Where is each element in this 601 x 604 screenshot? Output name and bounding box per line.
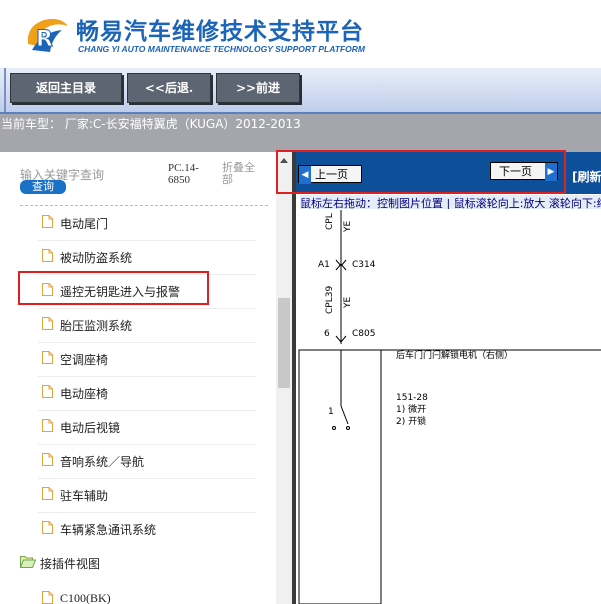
app-header: R 畅易汽车维修技术支持平台 CHANG YI AUTO MAINTENANCE… — [0, 0, 601, 68]
document-icon — [42, 521, 53, 534]
tree-separator — [38, 410, 256, 411]
switch-state: 2) 开锁 — [396, 415, 426, 427]
tree-item-label: 被动防盗系统 — [60, 251, 133, 265]
pin-label: 1 — [328, 407, 334, 417]
document-icon — [42, 419, 53, 432]
svg-text:R: R — [36, 27, 53, 52]
tree-separator — [38, 512, 256, 513]
pc-code: PC.14-6850 — [168, 162, 199, 186]
tree-item-label: C100(BK) — [60, 591, 111, 604]
vehicle-bar: 当前车型： 厂家:C-长安福特翼虎（KUGA）2012-2013 — [0, 114, 601, 152]
open-folder-icon — [20, 556, 36, 568]
connector-label: C805 — [352, 329, 375, 339]
pin-label: 6 — [324, 329, 330, 339]
document-icon — [42, 249, 53, 262]
wire-color: YE — [343, 221, 353, 233]
document-icon — [42, 317, 53, 330]
collapse-all-button[interactable]: 折叠全部 — [222, 162, 264, 186]
back-button[interactable]: <<后退. — [127, 73, 211, 103]
app-title: 畅易汽车维修技术支持平台 — [76, 19, 364, 45]
tree-separator — [38, 478, 256, 479]
nav-highlight — [276, 150, 566, 194]
search-button[interactable]: 查询 — [20, 180, 66, 194]
tree-item-label: 车辆紧急通讯系统 — [60, 523, 157, 537]
vehicle-label: 当前车型： 厂家:C-长安福特翼虎（KUGA）2012-2013 — [1, 117, 301, 131]
document-icon — [42, 215, 53, 228]
wire-color: YE — [343, 297, 353, 309]
tree-folder-label: 接插件视图 — [40, 557, 101, 571]
wiring-diagram[interactable]: CPL YE A1 C314 CPL39 YE 6 C805 后车门门闩解锁电机… — [296, 210, 601, 604]
home-button[interactable]: 返回主目录 — [10, 73, 122, 103]
tree-separator — [38, 342, 256, 343]
component-label: 后车门门闩解锁电机（右侧） — [396, 349, 513, 361]
switch-state: 1) 微开 — [396, 403, 426, 415]
tree-item-label: 电动座椅 — [60, 387, 109, 401]
tree-item-label: 电动后视镜 — [60, 421, 121, 435]
document-icon — [42, 385, 53, 398]
document-icon — [42, 591, 53, 604]
tree-item-label: 驻车辅助 — [60, 489, 109, 503]
wire-label: CPL — [325, 213, 335, 230]
document-icon — [42, 487, 53, 500]
tree-item-label: 电动尾门 — [60, 217, 109, 231]
tree-separator — [38, 308, 256, 309]
brand-logo-icon: R — [27, 18, 68, 53]
sidebar-scrollbar[interactable] — [276, 152, 292, 604]
switch-code: 151-28 — [396, 393, 428, 403]
tree-separator — [38, 376, 256, 377]
wire-label: CPL39 — [325, 286, 335, 314]
sidebar: 输入关键字查询 查询 PC.14-6850 折叠全部 电动尾门 被动防盗系统 遥… — [0, 152, 276, 604]
selection-highlight — [18, 271, 209, 305]
refresh-button[interactable]: [刷新 — [572, 168, 601, 185]
tree-item-label: 胎压监测系统 — [60, 319, 133, 333]
document-icon — [42, 351, 53, 364]
tree-item-label: 空调座椅 — [60, 353, 109, 367]
connector-label: C314 — [352, 260, 376, 270]
document-icon — [42, 453, 53, 466]
app-subtitle: CHANG YI AUTO MAINTENANCE TECHNOLOGY SUP… — [78, 44, 365, 54]
forward-button[interactable]: >>前进 — [216, 73, 300, 103]
toolbar-divider — [4, 68, 6, 112]
sidebar-divider — [20, 205, 268, 206]
tree-separator — [38, 444, 256, 445]
tree-item-label: 音响系统／导航 — [60, 455, 145, 469]
pin-label: A1 — [318, 260, 330, 270]
viewer-hint: 鼠标左右拖动：控制图片位置 | 鼠标滚轮向上:放大 滚轮向下:缩小 — [300, 195, 601, 209]
scroll-thumb[interactable] — [278, 298, 290, 388]
tree-separator — [38, 240, 256, 241]
